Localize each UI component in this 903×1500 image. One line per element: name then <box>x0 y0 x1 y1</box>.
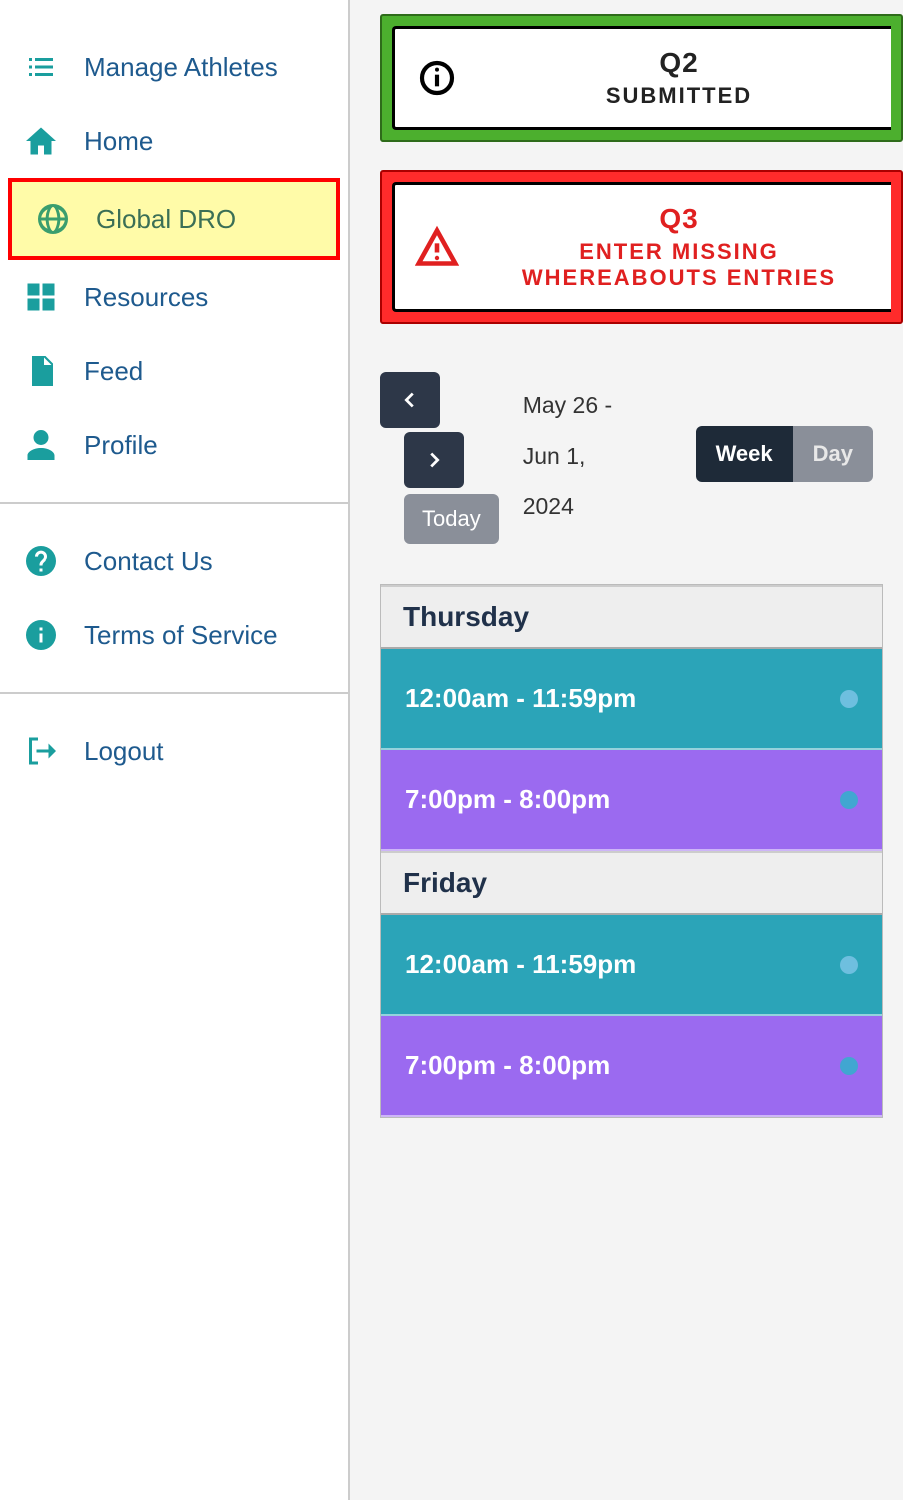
status-card-q2[interactable]: Q2 SUBMITTED <box>380 14 903 142</box>
view-week-button[interactable]: Week <box>696 426 793 482</box>
sidebar-label: Profile <box>84 430 158 461</box>
help-icon <box>22 542 60 580</box>
sidebar-item-logout[interactable]: Logout <box>0 714 348 788</box>
day-header: Thursday <box>381 585 882 649</box>
schedule: Thursday 12:00am - 11:59pm 7:00pm - 8:00… <box>380 584 883 1118</box>
event-time: 12:00am - 11:59pm <box>405 683 636 714</box>
event-dot-icon <box>840 956 858 974</box>
divider <box>0 502 348 504</box>
date-line: Jun 1, <box>523 431 612 482</box>
sidebar-item-feed[interactable]: Feed <box>0 334 348 408</box>
status-sub: SUBMITTED <box>487 83 871 109</box>
warning-icon <box>415 225 459 269</box>
doc-icon <box>22 352 60 390</box>
main: Q2 SUBMITTED Q3 ENTER MISSING WHEREABOUT… <box>350 0 903 1500</box>
sidebar-label: Global DRO <box>96 204 236 235</box>
sidebar-item-profile[interactable]: Profile <box>0 408 348 482</box>
date-line: 2024 <box>523 481 612 532</box>
status-sub: ENTER MISSING WHEREABOUTS ENTRIES <box>487 239 871 291</box>
sidebar-item-terms[interactable]: Terms of Service <box>0 598 348 672</box>
event[interactable]: 7:00pm - 8:00pm <box>381 750 882 851</box>
sidebar-label: Feed <box>84 356 143 387</box>
day-header: Friday <box>381 851 882 915</box>
event-dot-icon <box>840 791 858 809</box>
globe-icon <box>34 200 72 238</box>
date-range: May 26 - Jun 1, 2024 <box>523 372 612 532</box>
sidebar-label: Resources <box>84 282 208 313</box>
date-line: May 26 - <box>523 380 612 431</box>
info-icon <box>22 616 60 654</box>
status-title: Q2 <box>487 47 871 79</box>
event-dot-icon <box>840 1057 858 1075</box>
prev-button[interactable] <box>380 372 440 428</box>
sidebar-item-contact[interactable]: Contact Us <box>0 524 348 598</box>
view-toggle: Week Day <box>696 426 873 482</box>
event-time: 12:00am - 11:59pm <box>405 949 636 980</box>
next-button[interactable] <box>404 432 464 488</box>
view-day-button[interactable]: Day <box>793 426 873 482</box>
sidebar-item-home[interactable]: Home <box>0 104 348 178</box>
event-time: 7:00pm - 8:00pm <box>405 1050 610 1081</box>
sidebar-label: Contact Us <box>84 546 213 577</box>
calendar-nav: Today May 26 - Jun 1, 2024 Week Day <box>350 352 903 554</box>
sidebar: Manage Athletes Home Global DRO Resource… <box>0 0 350 1500</box>
home-icon <box>22 122 60 160</box>
sidebar-label: Terms of Service <box>84 620 278 651</box>
list-icon <box>22 48 60 86</box>
status-card-q3[interactable]: Q3 ENTER MISSING WHEREABOUTS ENTRIES <box>380 170 903 324</box>
sidebar-label: Logout <box>84 736 164 767</box>
status-title: Q3 <box>487 203 871 235</box>
sidebar-item-global-dro[interactable]: Global DRO <box>8 178 340 260</box>
person-icon <box>22 426 60 464</box>
event-dot-icon <box>840 690 858 708</box>
grid-icon <box>22 278 60 316</box>
sidebar-item-resources[interactable]: Resources <box>0 260 348 334</box>
logout-icon <box>22 732 60 770</box>
sidebar-label: Manage Athletes <box>84 52 278 83</box>
event[interactable]: 12:00am - 11:59pm <box>381 915 882 1016</box>
sidebar-label: Home <box>84 126 153 157</box>
event[interactable]: 7:00pm - 8:00pm <box>381 1016 882 1117</box>
event[interactable]: 12:00am - 11:59pm <box>381 649 882 750</box>
today-button[interactable]: Today <box>404 494 499 544</box>
event-time: 7:00pm - 8:00pm <box>405 784 610 815</box>
divider <box>0 692 348 694</box>
info-outline-icon <box>415 56 459 100</box>
sidebar-item-manage-athletes[interactable]: Manage Athletes <box>0 30 348 104</box>
